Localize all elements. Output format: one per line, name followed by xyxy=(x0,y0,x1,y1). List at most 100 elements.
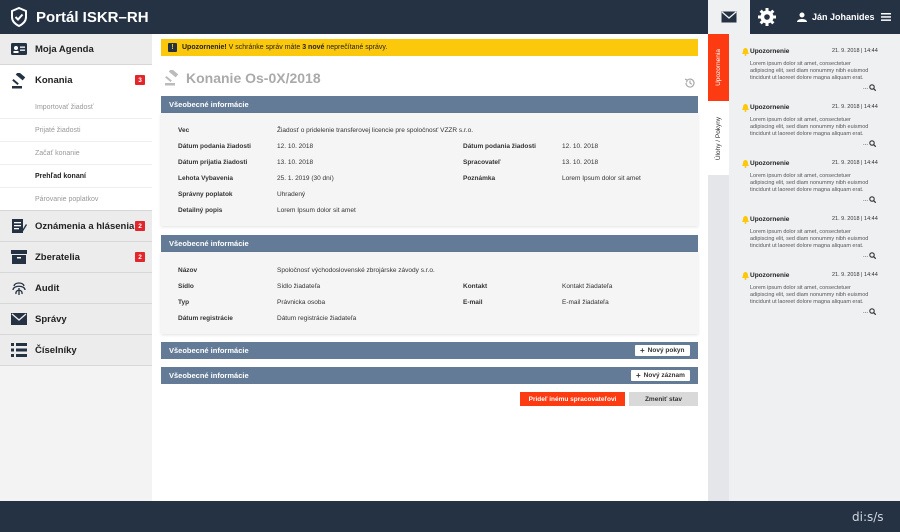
tab-ulohy[interactable]: Úlohy / Pokyny xyxy=(708,101,729,175)
notification-more[interactable]: ... xyxy=(863,140,877,147)
sidlo-label: Sídlo xyxy=(178,283,194,290)
page-title-text: Konanie Os-0X/2018 xyxy=(186,70,321,86)
notification-more[interactable]: ... xyxy=(863,252,877,259)
vec-value: Žiadosť o pridelenie transferovej licenc… xyxy=(277,127,473,134)
registracia-label: Dátum registrácie xyxy=(178,315,233,322)
sidebar-item-spravy[interactable]: Správy xyxy=(0,304,152,335)
more-label: ... xyxy=(863,252,869,259)
poznamka-value: Lorem Ipsum dolor sit amet xyxy=(562,175,641,182)
popis-label: Detailný popis xyxy=(178,207,223,214)
notification-body: Lorem ipsum dolor sit amet, consectetuer… xyxy=(750,117,869,137)
notification-more[interactable]: ... xyxy=(863,196,877,203)
bell-icon xyxy=(742,104,749,112)
datum-podania-label: Dátum podania žiadosti xyxy=(463,143,536,150)
alert-banner: ! Upozornenie! V schránke správ máte 3 n… xyxy=(161,39,698,56)
subitem-prijate-ziadosti[interactable]: Prijaté žiadosti xyxy=(0,119,152,142)
subitem-parovanie-poplatkov[interactable]: Párovanie poplatkov xyxy=(0,188,152,211)
assign-processor-button[interactable]: Prideľ inému spracovateľovi xyxy=(520,392,625,406)
datum-podania-value: 12. 10. 2018 xyxy=(562,143,599,150)
sidebar-item-ciselniky[interactable]: Číselníky xyxy=(0,335,152,366)
sidebar: Moja Agenda Konania 3 Importovať žiadosť… xyxy=(0,34,152,501)
sidebar-item-label: Číselníky xyxy=(35,344,77,356)
brand[interactable]: Portál ISKR–RH xyxy=(10,7,149,27)
panel-body xyxy=(161,252,698,334)
notification-title: Upozornenie xyxy=(750,104,790,111)
bell-icon xyxy=(742,272,749,280)
sidlo-value: Sídlo žiadateľa xyxy=(277,283,321,290)
envelope-icon xyxy=(10,310,28,328)
email-label: E-mail xyxy=(463,299,483,306)
poplatok-label: Správny poplatok xyxy=(178,191,233,198)
nazov-label: Názov xyxy=(178,267,198,274)
poznamka-label: Poznámka xyxy=(463,175,496,182)
button-label: Nový pokyn xyxy=(647,347,685,354)
sidebar-item-moja-agenda[interactable]: Moja Agenda xyxy=(0,34,152,65)
change-state-button[interactable]: Zmeniť stav xyxy=(629,392,698,406)
tab-upozornenia[interactable]: Upozornenia xyxy=(708,34,729,101)
notification-title: Upozornenie xyxy=(750,160,790,167)
panel-header[interactable]: Všeobecné informácie xyxy=(161,342,698,359)
user-menu[interactable]: Ján Johanides xyxy=(797,0,896,34)
sidebar-item-zberatelia[interactable]: Zberatelia 2 xyxy=(0,242,152,273)
notification-body: Lorem ipsum dolor sit amet, consectetuer… xyxy=(750,173,869,193)
panel-header[interactable]: Všeobecné informácie xyxy=(161,235,698,252)
button-label: Nový záznam xyxy=(643,372,685,379)
search-icon xyxy=(869,196,877,203)
sidebar-item-label: Zberatelia xyxy=(35,251,80,263)
datum-podania-value: 12. 10. 2018 xyxy=(277,143,314,150)
notification-date: 21. 9. 2018 | 14:44 xyxy=(832,160,878,166)
sidebar-item-label: Správy xyxy=(35,313,67,325)
nazov-value: Spoločnosť východoslovenské zbrojárske z… xyxy=(277,267,435,274)
new-record-button[interactable]: + Nový záznam xyxy=(631,370,690,381)
datum-prijatia-label: Dátum prijatia žiadosti xyxy=(178,159,248,166)
history-button[interactable] xyxy=(684,76,696,94)
subitem-zacat-konanie[interactable]: Začať konanie xyxy=(0,142,152,165)
panel-header[interactable]: Všeobecné informácie xyxy=(161,96,698,113)
notification-date: 21. 9. 2018 | 14:44 xyxy=(832,272,878,278)
footer-bar xyxy=(0,501,900,532)
archive-icon xyxy=(10,248,28,266)
search-icon xyxy=(869,140,877,147)
registracia-value: Dátum registrácie žiadateľa xyxy=(277,315,357,322)
email-value: E-mail žiadateľa xyxy=(562,299,609,306)
notification-more[interactable]: ... xyxy=(863,308,877,315)
plus-icon: + xyxy=(640,346,645,355)
plus-icon: + xyxy=(636,371,641,380)
hamburger-icon xyxy=(880,13,891,21)
history-icon xyxy=(684,78,695,88)
notification-more[interactable]: ... xyxy=(863,84,877,91)
alert-count: 3 nové xyxy=(302,44,325,51)
subitem-importovat[interactable]: Importovať žiadosť xyxy=(0,96,152,119)
sidebar-item-audit[interactable]: Audit xyxy=(0,273,152,304)
typ-value: Právnicka osoba xyxy=(277,299,326,306)
new-instruction-button[interactable]: + Nový pokyn xyxy=(635,345,690,356)
document-edit-icon xyxy=(10,217,28,235)
more-label: ... xyxy=(863,140,869,147)
messages-button[interactable] xyxy=(708,0,750,34)
user-icon xyxy=(797,12,807,22)
sidebar-item-konania[interactable]: Konania 3 xyxy=(0,65,152,96)
app-title: Portál ISKR–RH xyxy=(36,8,149,26)
sidebar-item-label: Konania xyxy=(35,75,73,86)
more-label: ... xyxy=(863,84,869,91)
gavel-icon xyxy=(165,70,179,86)
user-name: Ján Johanides xyxy=(812,12,875,22)
subitem-prehlad-konani[interactable]: Prehľad konaní xyxy=(0,165,152,188)
bell-icon xyxy=(742,216,749,224)
gavel-icon xyxy=(10,72,28,90)
lehota-value: 25. 1. 2019 (30 dní) xyxy=(277,175,334,182)
search-icon xyxy=(869,252,877,259)
typ-label: Typ xyxy=(178,299,190,306)
spracovatel-label: Spracovateľ xyxy=(463,159,501,166)
notification-date: 21. 9. 2018 | 14:44 xyxy=(832,104,878,110)
more-label: ... xyxy=(863,196,869,203)
kontakt-label: Kontakt xyxy=(463,283,488,290)
notification-body: Lorem ipsum dolor sit amet, consectetuer… xyxy=(750,61,869,81)
datum-prijatia-value: 13. 10. 2018 xyxy=(277,159,314,166)
sidebar-item-oznamenia[interactable]: Oznámenia a hlásenia 2 xyxy=(0,211,152,242)
panel-header[interactable]: Všeobecné informácie xyxy=(161,367,698,384)
datum-podania-label: Dátum podania žiadosti xyxy=(178,143,251,150)
notification-title: Upozornenie xyxy=(750,272,790,279)
settings-button[interactable] xyxy=(757,7,777,32)
notification-title: Upozornenie xyxy=(750,48,790,55)
